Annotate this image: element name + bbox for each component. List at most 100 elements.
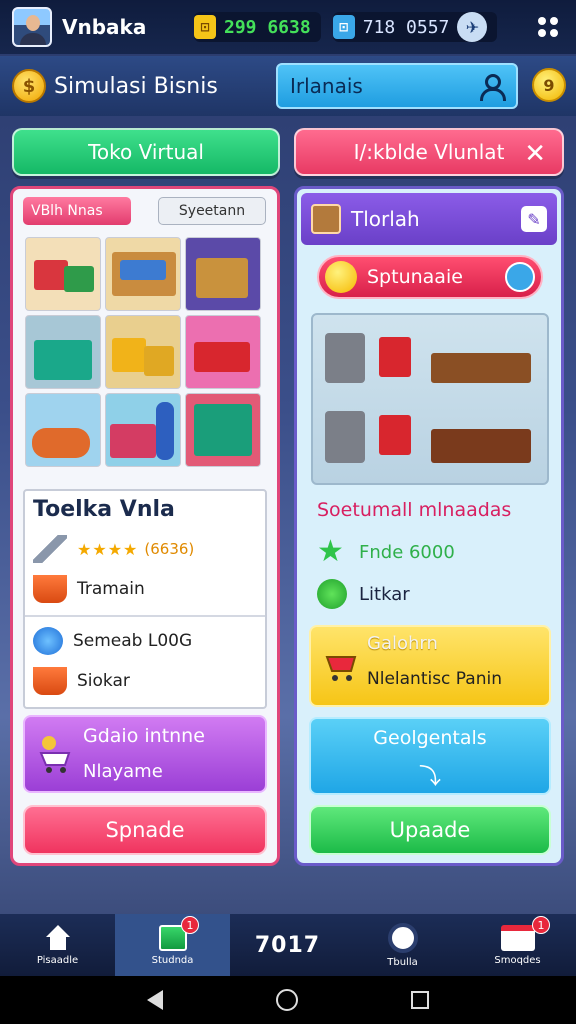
category-pill[interactable]: Sptunaaie [317,255,543,299]
nav-messages[interactable]: 1 Smoqdes [460,914,575,976]
product-tile[interactable] [105,315,181,389]
right-panel-subtitle: Soetumall mlnaadas [317,499,512,521]
nav-home[interactable]: Pisaadle [0,914,115,976]
search-input[interactable]: Irlanais [276,63,518,109]
plane-icon[interactable]: ✈ [457,12,488,42]
nav-media[interactable]: Tbulla [345,914,460,976]
coin-icon: $ [12,69,46,103]
product-tile[interactable] [185,393,261,467]
notification-badge: 1 [532,916,550,934]
product-tile[interactable] [105,237,181,311]
info-row: Siokar [33,667,130,695]
machine-icon[interactable] [379,415,411,455]
right-panel-header: Tlorlah ✎ [301,193,557,245]
rating-count: (6636) [144,540,195,558]
category-pill-label: Sptunaaie [367,266,463,288]
rating-stars: ★★★★ [77,539,139,559]
info-row-label: Siokar [77,671,130,691]
gem-icon: ⊡ [332,15,355,39]
notification-badge: 1 [181,916,199,934]
user-icon[interactable] [478,73,506,101]
stats-icon[interactable] [505,262,535,292]
stat-row: Litkar [317,579,410,609]
nav-counter[interactable]: 7017 [230,914,345,976]
home-icon [45,924,71,951]
home-circle-icon[interactable] [275,989,298,1011]
stat-row: ★ Fnde 6000 [317,537,455,567]
info-row: Tramain [33,575,145,603]
machine-icon[interactable] [325,333,365,383]
upgrade-button[interactable]: Upaade [309,805,551,855]
promo-subtitle: Nlayame [83,761,163,782]
nav-label: Studnda [151,954,194,966]
tab-toko-virtual[interactable]: Toko Virtual [12,128,280,176]
info-row-label: Semeab L00G [73,631,193,651]
nav-tasks[interactable]: 1 Studnda [115,914,230,976]
product-tile[interactable] [25,393,101,467]
store-info-card: Toelka Vnla ★★★★ (6636) Tramain Semeab L… [23,489,267,709]
product-tile[interactable] [185,315,261,389]
nav-label: Tbulla [387,956,418,968]
username: Vnbaka [62,15,147,39]
settings-coin-icon[interactable]: 9 [532,68,566,102]
product-tile[interactable] [25,237,101,311]
info-row-label: Tramain [77,579,145,599]
spnade-button[interactable]: Spnade [23,805,267,855]
wrench-icon [33,535,67,563]
product-tile[interactable] [25,315,101,389]
right-panel-title: Tlorlah [351,207,420,231]
gem-currency[interactable]: ⊡ 718 0557 ✈ [332,12,498,42]
machine-icon[interactable] [325,411,365,463]
info-card[interactable]: Geolgentals ⤵ [309,717,551,795]
badge-icon [317,579,347,609]
product-tile[interactable] [105,393,181,467]
cart-icon [323,647,361,687]
book-icon [311,204,341,234]
nav-label: Smoqdes [494,954,541,966]
tab-right-label: I/:kblde Vlunlat [353,140,505,164]
info-card-title: Geolgentals [373,727,487,749]
deal-title: Galohrn [367,633,438,654]
coin-icon [325,261,357,293]
stat-value: Fnde 6000 [359,541,455,563]
equipment-row [319,403,541,481]
rating-row: ★★★★ (6636) [33,535,194,563]
compass-icon [33,627,63,655]
product-tile[interactable] [185,237,261,311]
tab-left-label: Toko Virtual [88,140,204,164]
table-icon[interactable] [431,429,531,463]
category-chip[interactable]: VBlh Nnas [23,197,131,225]
film-reel-icon [387,922,418,953]
gold-currency[interactable]: ⊡ 299 6638 [194,12,321,42]
search-placeholder: Irlanais [290,74,363,98]
promo-card[interactable]: Gdaio intnne Nlayame [23,715,267,793]
machine-icon[interactable] [379,337,411,377]
deal-card[interactable]: Galohrn Nlelantisc Panin [309,625,551,707]
filter-chip[interactable]: Syeetann [158,197,266,225]
menu-dots-icon[interactable] [538,17,558,37]
title-bar: $ Simulasi Bisnis Irlanais 9 [0,56,576,116]
avatar[interactable] [12,7,52,47]
equipment-shelf [311,313,549,485]
left-panel: VBlh Nnas Syeetann Toelka Vnla ★★★★ (663… [10,186,280,866]
nav-label: Pisaadle [36,954,79,966]
divider [25,615,265,617]
gem-currency-value: 718 0557 [362,16,450,38]
gold-bar-icon: ⊡ [194,15,216,39]
info-row: Semeab L00G [33,627,192,655]
edit-icon[interactable]: ✎ [521,206,547,232]
promo-title: Gdaio intnne [83,725,205,747]
back-icon[interactable] [146,990,163,1010]
close-icon[interactable]: ✕ [524,139,546,169]
table-icon[interactable] [431,353,531,383]
system-nav-bar [0,976,576,1024]
bottom-nav: Pisaadle 1 Studnda 7017 Tbulla 1 Smoqdes [0,914,576,976]
gold-currency-value: 299 6638 [224,16,311,38]
basket-icon [33,575,67,603]
nav-counter-value: 7017 [254,932,321,958]
store-name: Toelka Vnla [33,497,175,522]
right-panel: Tlorlah ✎ Sptunaaie Soetumall mlnaadas ★… [294,186,564,866]
recents-icon[interactable] [411,991,430,1009]
message-icon [500,924,535,951]
tab-right[interactable]: I/:kblde Vlunlat ✕ [294,128,564,176]
